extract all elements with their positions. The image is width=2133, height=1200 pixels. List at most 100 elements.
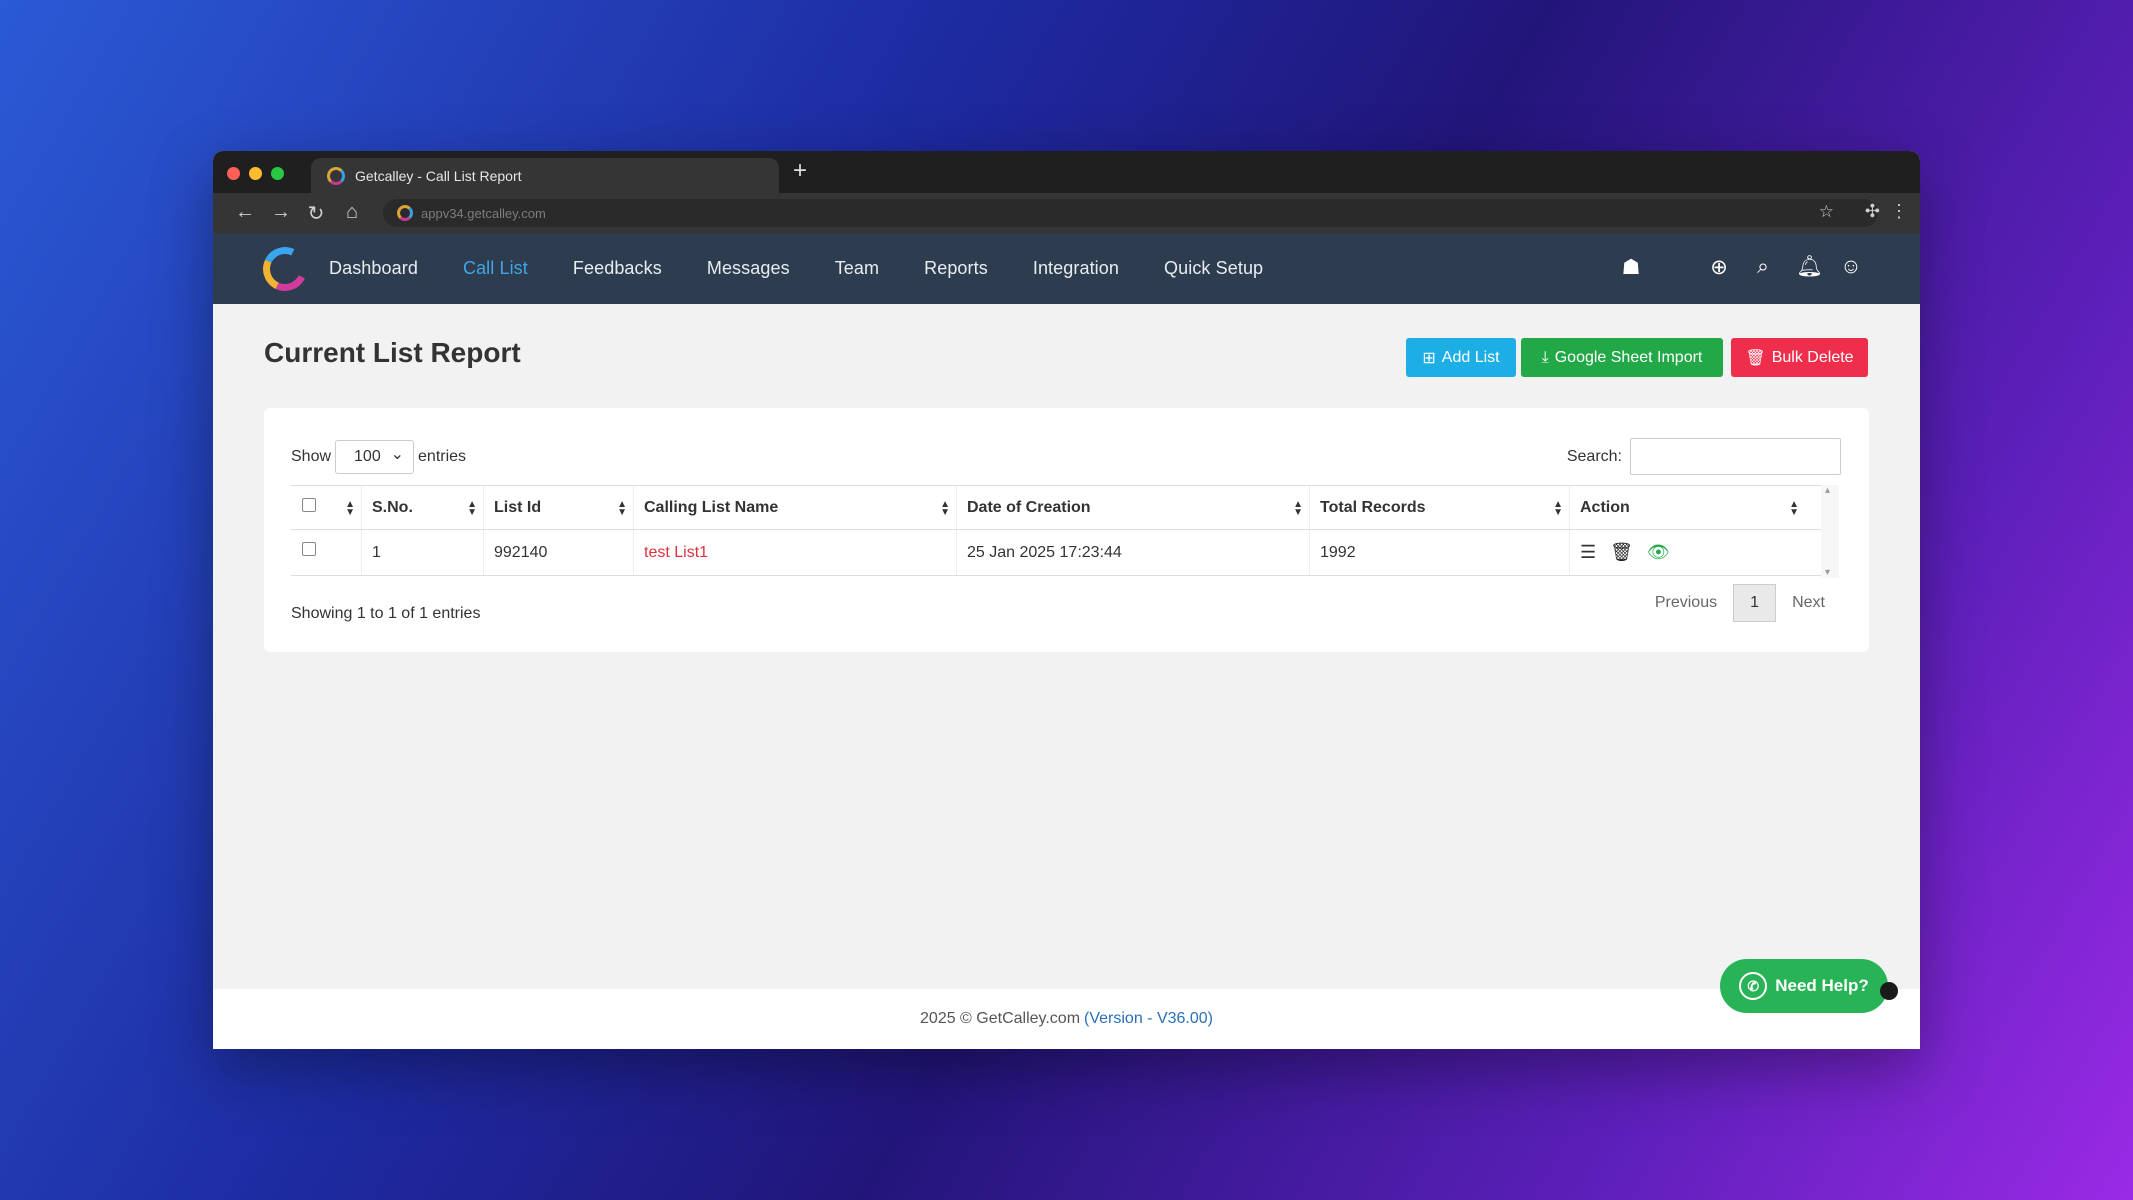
row-select-cell [291, 530, 362, 575]
nav-integration[interactable]: Integration [1033, 258, 1119, 279]
next-page-button[interactable]: Next [1776, 584, 1841, 622]
navbar-icons: ☗ ⊕ ⌕ 🔔︎ ☺ [1620, 255, 1862, 280]
page-size-control: Show 100 entries [291, 440, 466, 474]
list-card: Show 100 entries Search: ▲▼ S.No. ▲▼ List… [264, 408, 1869, 652]
cell-date-of-creation: 25 Jan 2025 17:23:44 [957, 530, 1310, 575]
minimize-window-button[interactable] [249, 167, 262, 180]
nav-reports[interactable]: Reports [924, 258, 988, 279]
cell-list-id: 992140 [484, 530, 634, 575]
new-tab-icon[interactable]: + [793, 157, 807, 185]
column-header-sno[interactable]: S.No. ▲ ▼ [362, 486, 484, 529]
nav-messages[interactable]: Messages [707, 258, 790, 279]
android-icon[interactable]: ☗ [1620, 255, 1642, 280]
footer: 2025 © GetCalley.com (Version - V36.00) [213, 989, 1920, 1049]
cell-total-records: 1992 [1310, 530, 1570, 575]
need-help-button[interactable]: ✆ Need Help? [1720, 959, 1888, 1013]
sort-icon: ▲ ▼ [467, 499, 477, 518]
calling-list-name-link[interactable]: test List1 [644, 544, 708, 562]
bookmark-star-icon[interactable]: ☆ [1819, 202, 1834, 222]
bell-icon[interactable]: 🔔︎ [1796, 255, 1823, 280]
add-list-label: Add List [1441, 348, 1500, 366]
delete-icon[interactable]: 🗑︎ [1610, 542, 1633, 563]
getcalley-logo[interactable] [256, 240, 314, 297]
copyright-text: 2025 © GetCalley.com [920, 1010, 1081, 1027]
pagination: Previous 1 Next [1639, 584, 1841, 622]
tab-title: Getcalley - Call List Report [355, 167, 522, 184]
extensions-icon[interactable]: ✣ [1865, 201, 1880, 222]
column-label: S.No. [372, 498, 413, 516]
page-size-select[interactable]: 100 [335, 440, 415, 474]
search-input[interactable] [1630, 438, 1841, 475]
previous-page-button[interactable]: Previous [1639, 584, 1733, 622]
whatsapp-icon: ✆ [1739, 972, 1768, 1000]
add-list-button[interactable]: ⊞ Add List [1406, 338, 1516, 377]
window-controls [227, 167, 284, 180]
url-text: appv34.getcalley.com [421, 205, 546, 221]
reload-icon[interactable]: ↻ [307, 201, 325, 226]
cell-action: ☰ 🗑︎ 👁︎ [1570, 530, 1825, 575]
version-link[interactable]: (Version - V36.00) [1084, 1010, 1213, 1028]
plus-square-icon: ⊞ [1422, 349, 1436, 367]
apple-icon[interactable] [1664, 255, 1686, 280]
table-scrollbar[interactable] [1821, 485, 1839, 578]
sort-icon: ▲ ▼ [617, 499, 627, 518]
user-icon[interactable]: ☺ [1840, 255, 1862, 280]
search-icon[interactable]: ⌕ [1752, 255, 1774, 280]
column-header-list-id[interactable]: List Id ▲ ▼ [484, 486, 634, 529]
help-lifebuoy-icon[interactable]: ⊕ [1708, 255, 1730, 280]
download-icon: ⤓ [1541, 348, 1549, 366]
search-label: Search: [1566, 447, 1622, 465]
call-list-table: ▲ ▼ S.No. ▲ ▼ List Id ▲ ▼ Calling List Name ▲ ▼… [291, 485, 1839, 578]
main-content: Current List Report ⊞ Add List ⤓ Google … [213, 304, 1920, 994]
page-size-value: 100 [354, 448, 381, 465]
nav-quick-setup[interactable]: Quick Setup [1164, 258, 1263, 279]
forward-icon[interactable]: → [271, 201, 291, 226]
browser-window: Getcalley - Call List Report + ← → ↻ ⌂ a… [213, 151, 1920, 1049]
sort-icon[interactable]: ▲ ▼ [345, 500, 355, 518]
browser-tabbar: Getcalley - Call List Report + [213, 151, 1920, 193]
select-all-checkbox[interactable] [302, 498, 316, 512]
bulk-delete-label: Bulk Delete [1771, 348, 1854, 366]
browser-tab[interactable]: Getcalley - Call List Report [311, 158, 779, 193]
view-list-icon[interactable]: ☰ [1580, 542, 1596, 563]
tab-favicon-icon [327, 166, 345, 185]
home-icon[interactable]: ⌂ [343, 201, 361, 226]
trash-icon: 🗑︎ [1745, 349, 1766, 367]
table-header: ▲ ▼ S.No. ▲ ▼ List Id ▲ ▼ Calling List Name ▲ ▼… [291, 485, 1839, 530]
show-label: Show [291, 448, 332, 465]
column-label: List Id [494, 498, 542, 516]
close-window-button[interactable] [227, 167, 240, 180]
site-favicon-icon [397, 205, 413, 221]
sort-icon: ▲ ▼ [940, 499, 950, 518]
url-field[interactable]: appv34.getcalley.com [383, 199, 1878, 227]
cell-sno: 1 [362, 530, 484, 575]
table-info: Showing 1 to 1 of 1 entries [291, 605, 481, 622]
app-navbar: Dashboard Call List Feedbacks Messages T… [213, 233, 1920, 304]
row-checkbox[interactable] [302, 542, 316, 556]
column-header-date-of-creation[interactable]: Date of Creation ▲ ▼ [957, 486, 1310, 529]
browser-menu-icon[interactable]: ⋮ [1890, 201, 1908, 222]
nav-call-list[interactable]: Call List [463, 258, 528, 279]
bulk-delete-button[interactable]: 🗑︎ Bulk Delete [1731, 338, 1868, 377]
entries-label: entries [418, 448, 467, 465]
sort-icon: ▲ ▼ [1293, 499, 1303, 518]
google-sheet-import-button[interactable]: ⤓ Google Sheet Import [1521, 338, 1723, 377]
help-widget-dot [1880, 982, 1898, 1000]
eye-icon[interactable]: 👁︎ [1647, 542, 1670, 563]
column-header-action[interactable]: Action ▲ ▼ [1570, 486, 1825, 529]
maximize-window-button[interactable] [271, 167, 284, 180]
table-row: 1 992140 test List1 25 Jan 2025 17:23:44… [291, 530, 1839, 576]
back-icon[interactable]: ← [235, 201, 255, 226]
nav-team[interactable]: Team [835, 258, 879, 279]
nav-dashboard[interactable]: Dashboard [329, 258, 418, 279]
column-header-calling-list-name[interactable]: Calling List Name ▲ ▼ [634, 486, 957, 529]
select-all-header: ▲ ▼ [291, 486, 362, 529]
column-label: Date of Creation [967, 498, 1091, 516]
search-control: Search: [1567, 438, 1841, 475]
page-1-button[interactable]: 1 [1733, 584, 1777, 622]
column-label: Action [1580, 498, 1630, 516]
sort-icon: ▲ ▼ [1553, 499, 1563, 518]
nav-feedbacks[interactable]: Feedbacks [573, 258, 662, 279]
column-label: Calling List Name [644, 498, 779, 516]
column-header-total-records[interactable]: Total Records ▲ ▼ [1310, 486, 1570, 529]
